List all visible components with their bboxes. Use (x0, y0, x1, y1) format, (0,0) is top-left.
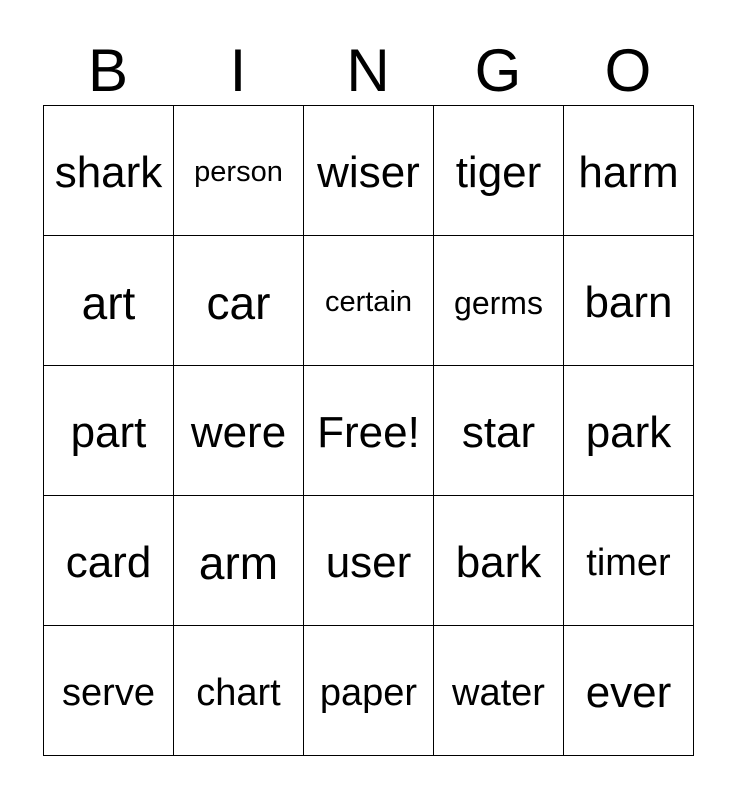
bingo-cell-label: were (190, 407, 287, 457)
bingo-header-letter-i: I (173, 36, 303, 105)
bingo-cell[interactable]: person (174, 106, 304, 236)
bingo-cell[interactable]: star (434, 366, 564, 496)
bingo-cell-label: barn (584, 277, 673, 327)
bingo-cell-label: paper (319, 671, 418, 714)
bingo-cell[interactable]: car (174, 236, 304, 366)
bingo-header-letter-b: B (43, 36, 173, 105)
bingo-cell[interactable]: serve (44, 626, 174, 756)
bingo-free-space-label: Free! (317, 407, 420, 457)
bingo-cell[interactable]: tiger (434, 106, 564, 236)
bingo-cell[interactable]: wiser (304, 106, 434, 236)
bingo-cell-label: user (325, 537, 412, 587)
header-letter-text: N (346, 36, 390, 104)
bingo-cell-label: water (452, 671, 545, 714)
bingo-grid: shark person wiser tiger harm art car ce… (43, 105, 694, 756)
header-letter-text: G (474, 36, 522, 104)
bingo-cell-label: tiger (455, 147, 542, 197)
bingo-cell[interactable]: bark (434, 496, 564, 626)
bingo-header-letter-o: O (563, 36, 693, 105)
bingo-row: shark person wiser tiger harm (44, 106, 694, 236)
bingo-header-row: B I N G O (43, 36, 693, 105)
bingo-cell-label: arm (198, 536, 279, 589)
bingo-cell-label: bark (455, 537, 542, 587)
bingo-cell[interactable]: card (44, 496, 174, 626)
bingo-row: serve chart paper water ever (44, 626, 694, 756)
bingo-cell[interactable]: part (44, 366, 174, 496)
bingo-cell[interactable]: certain (304, 236, 434, 366)
bingo-cell[interactable]: germs (434, 236, 564, 366)
bingo-cell-label: shark (54, 147, 163, 197)
bingo-cell-label: chart (196, 671, 281, 714)
bingo-cell-label: serve (62, 671, 155, 714)
bingo-cell-label: germs (454, 284, 543, 321)
bingo-cell[interactable]: harm (564, 106, 694, 236)
bingo-row: part were Free! star park (44, 366, 694, 496)
bingo-cell-label: car (206, 276, 271, 329)
bingo-cell[interactable]: user (304, 496, 434, 626)
bingo-cell[interactable]: shark (44, 106, 174, 236)
bingo-cell-label: timer (586, 541, 671, 584)
bingo-cell-label: ever (585, 667, 672, 717)
header-letter-text: O (604, 36, 652, 104)
bingo-cell-label: certain (324, 286, 413, 318)
bingo-cell-label: star (461, 407, 536, 457)
bingo-header-letter-g: G (433, 36, 563, 105)
bingo-free-space[interactable]: Free! (304, 366, 434, 496)
bingo-header-letter-n: N (303, 36, 433, 105)
bingo-cell[interactable]: water (434, 626, 564, 756)
bingo-cell[interactable]: paper (304, 626, 434, 756)
header-letter-text: I (229, 36, 247, 104)
bingo-cell[interactable]: were (174, 366, 304, 496)
bingo-cell[interactable]: arm (174, 496, 304, 626)
bingo-cell-label: card (65, 537, 152, 587)
bingo-cell[interactable]: ever (564, 626, 694, 756)
bingo-row: card arm user bark timer (44, 496, 694, 626)
header-letter-text: B (87, 36, 129, 104)
bingo-cell[interactable]: barn (564, 236, 694, 366)
bingo-cell-label: art (81, 276, 136, 329)
bingo-cell[interactable]: art (44, 236, 174, 366)
bingo-card: B I N G O shark person wiser tiger harm … (0, 0, 736, 800)
bingo-cell-label: person (194, 156, 283, 188)
bingo-cell[interactable]: park (564, 366, 694, 496)
bingo-cell[interactable]: timer (564, 496, 694, 626)
bingo-cell[interactable]: chart (174, 626, 304, 756)
bingo-cell-label: harm (578, 147, 679, 197)
bingo-cell-label: part (70, 407, 147, 457)
bingo-cell-label: park (585, 407, 672, 457)
bingo-cell-label: wiser (317, 147, 420, 197)
bingo-row: art car certain germs barn (44, 236, 694, 366)
